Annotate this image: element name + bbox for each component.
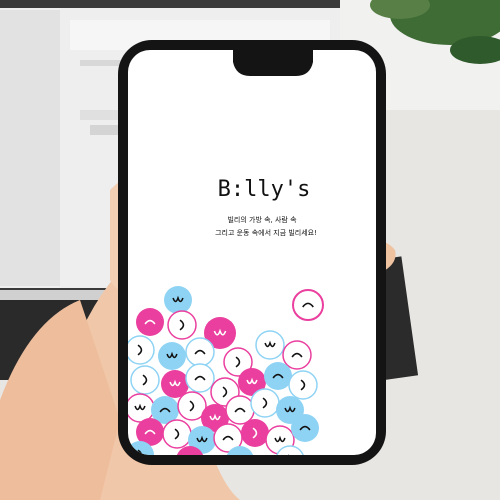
bubble-face xyxy=(185,363,215,393)
bubble-face xyxy=(130,365,160,395)
app-logo: B:lly's xyxy=(218,177,311,202)
bubble-face xyxy=(288,370,318,400)
bubble-face xyxy=(291,414,319,442)
bubble-face xyxy=(250,388,280,418)
bubble-face xyxy=(241,419,269,447)
photo-scene: B:lly's 빌리의 가방 속, 사람 속 그리고 운동 속에서 지금 빌리세… xyxy=(0,0,500,500)
bubble-face xyxy=(264,362,292,390)
bubble-face xyxy=(225,395,255,425)
tagline-line-1: 빌리의 가방 속, 사람 속 xyxy=(227,215,297,224)
notch xyxy=(233,50,313,76)
tagline-line-2: 그리고 운동 속에서 지금 빌리세요! xyxy=(215,228,317,237)
bubble-face xyxy=(162,419,192,449)
bubble-face xyxy=(282,340,312,370)
bubble-face xyxy=(136,308,164,336)
bubble-face xyxy=(185,337,215,367)
bubble-face xyxy=(292,289,324,321)
bubble-face xyxy=(167,310,197,340)
bubble-face xyxy=(128,335,155,365)
